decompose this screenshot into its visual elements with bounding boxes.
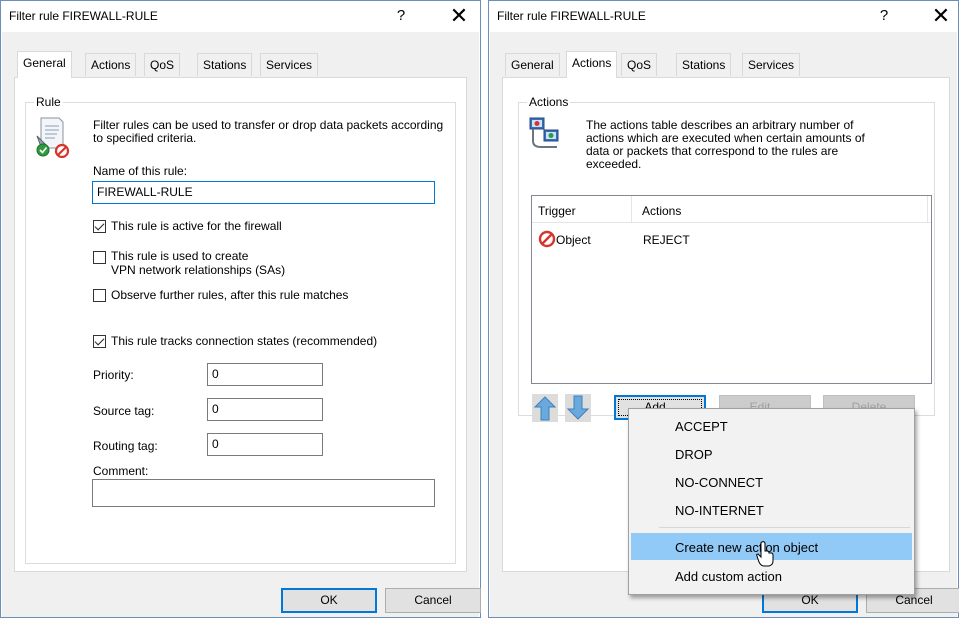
help-button[interactable]: ? [874, 7, 894, 24]
rule-name-input[interactable]: FIREWALL-RULE [92, 181, 435, 204]
column-actions[interactable]: Actions [632, 196, 928, 223]
vpn-relationships-checkbox[interactable] [93, 251, 106, 264]
title-bar[interactable]: Filter rule FIREWALL-RULE ? ✕ [1, 1, 480, 31]
tracks-connection-states-label: This rule tracks connection states (reco… [111, 334, 378, 348]
actions-groupbox: Actions The actions table describes an a… [518, 95, 935, 422]
active-for-firewall-checkbox[interactable] [93, 220, 106, 233]
active-for-firewall-label: This rule is active for the firewall [111, 219, 282, 233]
menu-item-no-internet[interactable]: NO-INTERNET [631, 496, 912, 523]
row-action: REJECT [643, 233, 690, 247]
column-trigger[interactable]: Trigger [532, 196, 632, 223]
tab-services[interactable]: Services [742, 53, 801, 76]
menu-item-accept[interactable]: ACCEPT [631, 412, 912, 439]
routing-tag-label: Routing tag: [93, 439, 158, 453]
tracks-connection-states-checkbox[interactable] [93, 335, 106, 348]
mouse-cursor-icon [756, 541, 774, 567]
actions-group-title: Actions [527, 95, 571, 109]
actions-table-icon [527, 115, 563, 151]
cancel-button[interactable]: Cancel [385, 588, 481, 613]
filter-rule-dialog-general: Filter rule FIREWALL-RULE ? ✕ General Ac… [0, 0, 481, 618]
tab-panel-general: Rule Filter rules can be used to transfe… [14, 77, 467, 572]
title-bar[interactable]: Filter rule FIREWALL-RULE ? ✕ [489, 1, 958, 31]
window-title: Filter rule FIREWALL-RULE [9, 9, 158, 23]
arrow-up-icon[interactable] [532, 394, 558, 422]
tab-stations[interactable]: Stations [676, 53, 732, 76]
help-button[interactable]: ? [391, 7, 411, 24]
observe-further-rules-label: Observe further rules, after this rule m… [111, 288, 349, 302]
routing-tag-input[interactable]: 0 [207, 433, 323, 456]
tab-qos[interactable]: QoS [144, 53, 181, 76]
tab-qos[interactable]: QoS [621, 53, 658, 76]
arrow-down-icon[interactable] [565, 394, 591, 422]
tab-strip: General Actions QoS Stations Services [2, 32, 479, 79]
comment-input[interactable] [92, 479, 435, 507]
ok-button[interactable]: OK [281, 588, 377, 613]
filter-rule-icon [33, 116, 73, 159]
tab-actions[interactable]: Actions [566, 51, 618, 78]
actions-table[interactable]: Trigger Actions Object REJECT [531, 195, 932, 384]
observe-further-rules-checkbox[interactable] [93, 289, 106, 302]
menu-item-drop[interactable]: DROP [631, 440, 912, 467]
dialog-client: General Actions QoS Stations Services Ru… [2, 32, 481, 617]
priority-label: Priority: [93, 368, 134, 382]
reject-icon [538, 230, 556, 248]
tab-general[interactable]: General [17, 51, 72, 78]
comment-label: Comment: [93, 464, 149, 478]
vpn-relationships-label-line1: This rule is used to create [111, 249, 249, 263]
tab-strip: General Actions QoS Stations Services [490, 32, 957, 79]
rule-groupbox: Rule Filter rules can be used to transfe… [25, 95, 456, 564]
menu-item-no-connect[interactable]: NO-CONNECT [631, 468, 912, 495]
source-tag-label: Source tag: [93, 404, 155, 418]
tab-general[interactable]: General [505, 53, 560, 76]
close-button[interactable]: ✕ [929, 3, 953, 29]
rule-group-title: Rule [34, 95, 63, 109]
source-tag-input[interactable]: 0 [207, 398, 323, 421]
tab-services[interactable]: Services [260, 53, 319, 76]
rule-description: Filter rules can be used to transfer or … [93, 118, 444, 145]
actions-description-line-4: exceeded. [586, 157, 642, 171]
table-row[interactable]: Object REJECT [532, 230, 931, 248]
tab-stations[interactable]: Stations [197, 53, 253, 76]
window-title: Filter rule FIREWALL-RULE [497, 9, 646, 23]
table-header: Trigger Actions [532, 196, 931, 223]
name-label: Name of this rule: [93, 165, 187, 178]
vpn-relationships-label-line2: VPN network relationships (SAs) [111, 263, 286, 277]
actions-description: The actions table describes an arbitrary… [586, 119, 865, 171]
priority-input[interactable]: 0 [207, 363, 323, 386]
menu-separator [659, 527, 910, 528]
close-button[interactable]: ✕ [447, 3, 471, 29]
name-label-text: Name of this rule: [93, 164, 188, 178]
tab-actions[interactable]: Actions [85, 53, 137, 76]
row-trigger: Object [556, 233, 591, 247]
